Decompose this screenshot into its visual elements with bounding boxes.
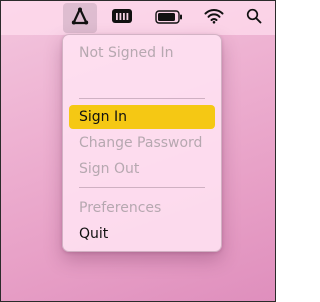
screen: Not Signed In Sign In Change Password Si… [0,0,276,302]
menu-item-change-password: Change Password [79,135,203,151]
menu-item-quit[interactable]: Quit [69,222,215,246]
battery-icon [155,9,183,28]
menu-bar [1,1,275,35]
app-a-icon [70,6,90,30]
menu-item-preferences: Preferences [79,200,162,216]
menu-item-sign-in[interactable]: Sign In [69,105,215,129]
menu-separator [79,187,205,188]
search-icon [246,8,262,28]
wifi-icon [204,8,224,28]
menu-separator [79,98,205,99]
battery-item[interactable] [151,1,187,35]
menu-item-sign-out: Sign Out [79,161,140,177]
battery-percent-icon [111,8,133,28]
app-status-item[interactable] [63,3,97,33]
menu-item-status: Not Signed In [79,45,174,61]
dropdown-menu: Not Signed In Sign In Change Password Si… [62,34,222,252]
wifi-item[interactable] [201,1,227,35]
spotlight-item[interactable] [241,1,267,35]
battery-percent-item[interactable] [107,1,137,35]
